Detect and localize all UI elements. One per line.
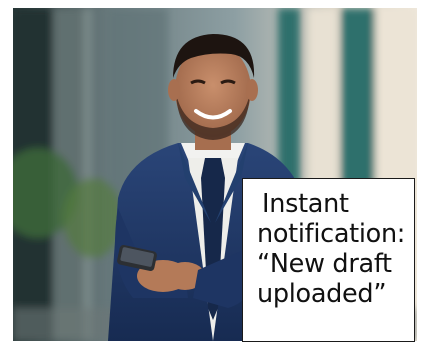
callout-line-2: notification: — [257, 219, 406, 249]
callout-line-4: uploaded” — [257, 279, 387, 309]
callout-line-3: “New draft — [257, 249, 392, 279]
callout-line-1: Instant — [262, 189, 349, 219]
notification-callout: Instant notification: “New draft uploade… — [242, 178, 415, 342]
